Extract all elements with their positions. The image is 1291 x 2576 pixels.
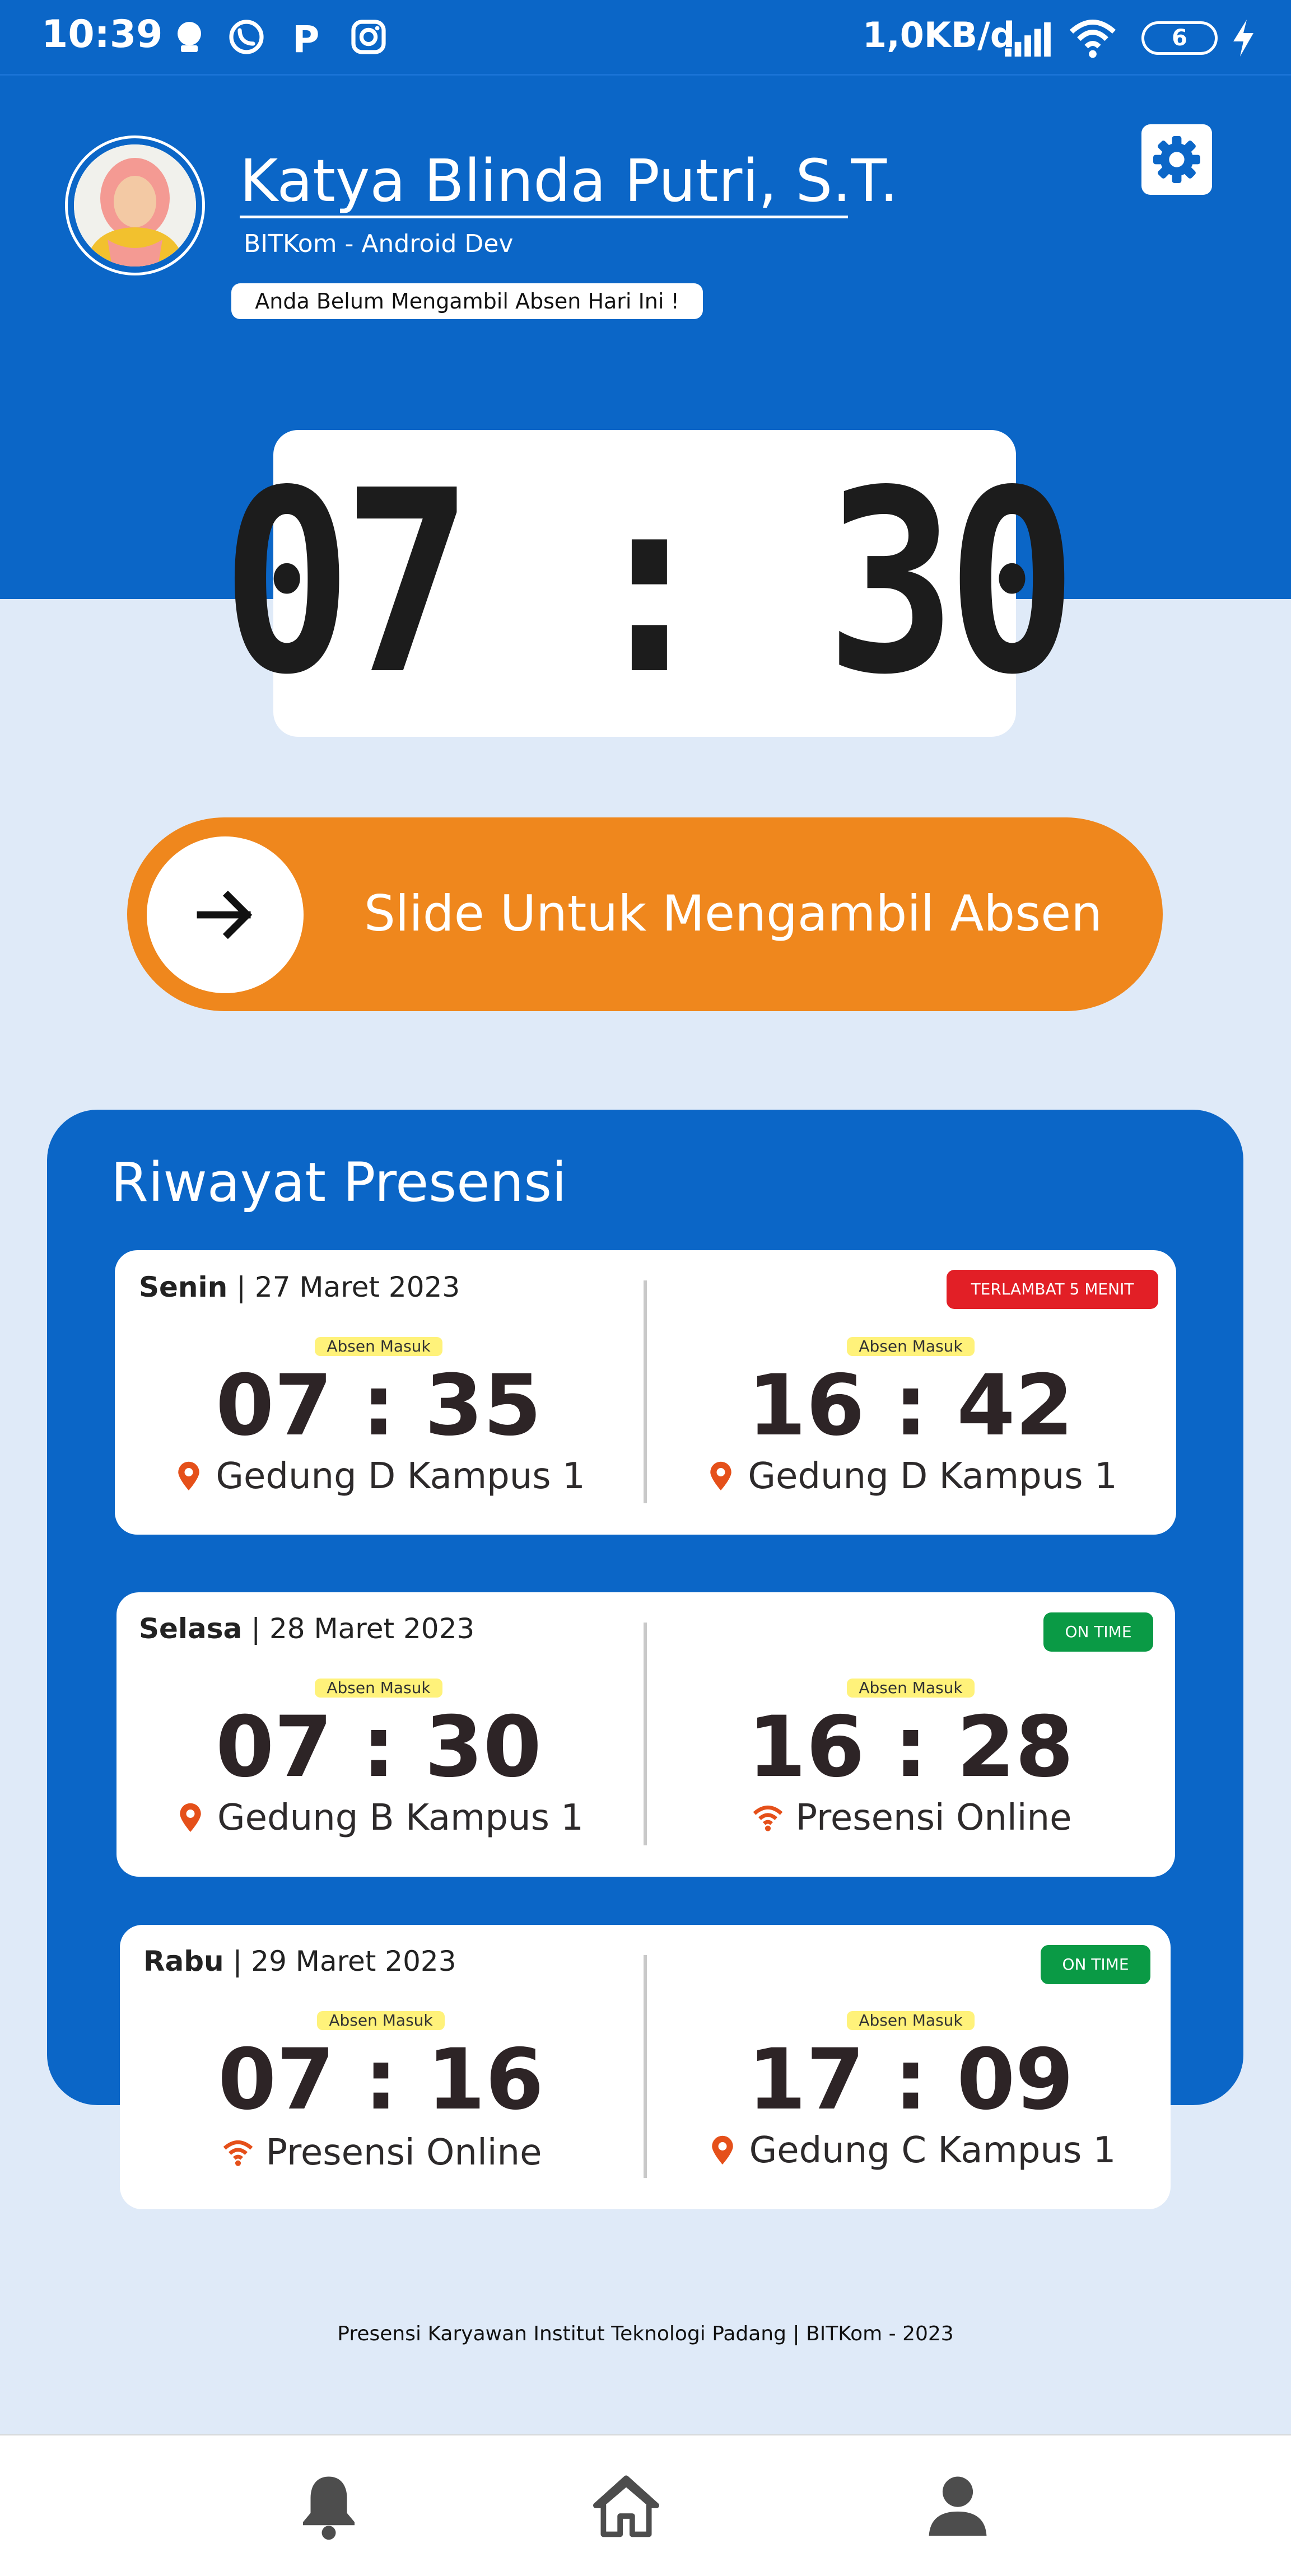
slider-handle[interactable] bbox=[147, 836, 304, 993]
user-role: BITKom - Android Dev bbox=[244, 230, 514, 258]
slider-label: Slide Untuk Mengambil Absen bbox=[364, 885, 1103, 942]
svg-text:P: P bbox=[292, 18, 319, 57]
card-date: Rabu | 29 Maret 2023 bbox=[143, 1945, 456, 1977]
wifi-icon bbox=[753, 1805, 782, 1831]
card-day: Rabu bbox=[143, 1945, 224, 1977]
card-divider bbox=[644, 1623, 647, 1845]
check-out-location: Gedung D Kampus 1 bbox=[672, 1456, 1149, 1497]
user-name: Katya Blinda Putri, S.T. bbox=[240, 147, 898, 215]
attendance-notice: Anda Belum Mengambil Absen Hari Ini ! bbox=[231, 283, 703, 319]
status-badge: ON TIME bbox=[1043, 1612, 1153, 1652]
check-in-label: Absen Masuk bbox=[315, 1337, 442, 1356]
arrow-right-icon bbox=[197, 890, 253, 939]
check-out-label: Absen Masuk bbox=[847, 1337, 975, 1356]
location-pin-icon bbox=[180, 1803, 201, 1832]
network-speed: 1,0KB/d bbox=[863, 15, 1015, 55]
check-out-location: Presensi Online bbox=[672, 1797, 1149, 1839]
check-out-location: Gedung C Kampus 1 bbox=[672, 2130, 1149, 2171]
location-pin-icon bbox=[710, 1461, 732, 1490]
check-out-time: 16 : 28 bbox=[748, 1699, 1074, 1796]
notification-icon bbox=[178, 22, 201, 52]
card-divider bbox=[644, 1955, 647, 2178]
footer-text: Presensi Karyawan Institut Teknologi Pad… bbox=[337, 2322, 954, 2345]
status-time: 10:39 bbox=[41, 12, 163, 57]
check-in-label: Absen Masuk bbox=[317, 2011, 445, 2030]
card-date-text: | 27 Maret 2023 bbox=[236, 1271, 460, 1303]
location-pin-icon bbox=[178, 1461, 200, 1490]
card-divider bbox=[644, 1280, 647, 1503]
card-day: Senin bbox=[139, 1271, 228, 1303]
check-in-time: 07 : 35 bbox=[216, 1357, 542, 1455]
avatar-photo bbox=[74, 144, 196, 267]
card-day: Selasa bbox=[139, 1612, 243, 1645]
check-in-time: 07 : 16 bbox=[218, 2031, 544, 2129]
status-badge: TERLAMBAT 5 MENIT bbox=[947, 1270, 1158, 1309]
battery-icon: 6 bbox=[1141, 21, 1218, 55]
card-date: Senin | 27 Maret 2023 bbox=[139, 1271, 460, 1303]
profile-icon[interactable] bbox=[921, 2469, 994, 2542]
avatar[interactable] bbox=[74, 144, 196, 267]
status-badge: ON TIME bbox=[1041, 1945, 1150, 1984]
signal-icon bbox=[1005, 22, 1051, 57]
card-date-text: | 29 Maret 2023 bbox=[232, 1945, 456, 1977]
card-date-text: | 28 Maret 2023 bbox=[251, 1612, 475, 1645]
history-title: Riwayat Presensi bbox=[111, 1151, 567, 1214]
home-icon[interactable] bbox=[590, 2469, 663, 2542]
location-pin-icon bbox=[711, 2135, 733, 2164]
check-in-location: Gedung D Kampus 1 bbox=[140, 1456, 617, 1497]
charging-icon bbox=[1233, 20, 1253, 57]
settings-button[interactable] bbox=[1141, 124, 1212, 195]
check-out-label: Absen Masuk bbox=[847, 1679, 975, 1698]
whatsapp-icon bbox=[229, 20, 264, 54]
p-app-icon: P bbox=[292, 18, 319, 57]
wifi-icon bbox=[223, 2140, 253, 2166]
card-date: Selasa | 28 Maret 2023 bbox=[139, 1612, 474, 1645]
check-out-label: Absen Masuk bbox=[847, 2011, 975, 2030]
wifi-icon bbox=[1069, 19, 1116, 58]
check-in-location: Presensi Online bbox=[142, 2132, 619, 2173]
name-underline bbox=[240, 216, 848, 218]
check-in-time: 07 : 30 bbox=[216, 1699, 542, 1796]
check-in-location: Gedung B Kampus 1 bbox=[140, 1797, 617, 1839]
check-out-time: 16 : 42 bbox=[748, 1357, 1074, 1455]
check-in-label: Absen Masuk bbox=[315, 1679, 442, 1698]
instagram-icon bbox=[351, 20, 386, 54]
clock-time: 07 : 30 bbox=[221, 437, 1078, 730]
bell-icon[interactable] bbox=[292, 2469, 365, 2542]
check-out-time: 17 : 09 bbox=[748, 2031, 1074, 2129]
gear-icon bbox=[1153, 136, 1200, 183]
